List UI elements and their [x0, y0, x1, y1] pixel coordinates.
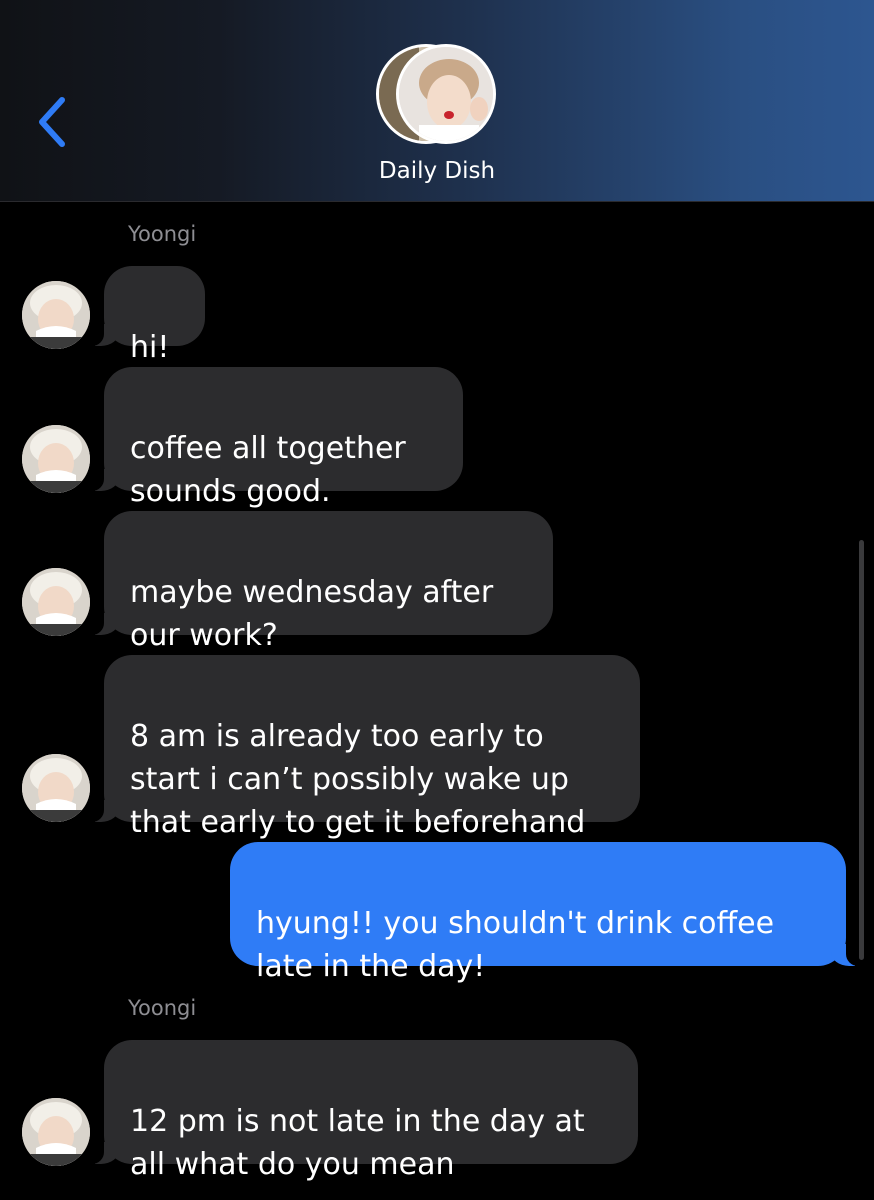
sender-name: Yoongi [128, 222, 197, 246]
avatar[interactable] [22, 281, 90, 349]
chat-screen: Daily Dish Yoongi hi! coffee all togethe… [0, 0, 874, 1200]
sender-name: Yoongi [128, 996, 197, 1020]
message-text: hi! [130, 330, 170, 365]
avatar[interactable] [22, 568, 90, 636]
message-text: maybe wednesday after our work? [130, 575, 494, 653]
avatar[interactable] [22, 754, 90, 822]
avatar[interactable] [22, 425, 90, 493]
message-bubble[interactable]: 8 am is already too early to start i can… [90, 655, 640, 840]
message-text: coffee all together sounds good. [130, 431, 406, 509]
message-text: 8 am is already too early to start i can… [130, 719, 586, 840]
chevron-left-icon [39, 97, 65, 147]
scrollbar[interactable] [859, 540, 864, 960]
back-button[interactable] [30, 92, 74, 152]
group-member-avatar [396, 44, 496, 144]
message-bubble[interactable]: hi! [90, 266, 205, 365]
message-text: hyung!! you shouldn't drink coffee late … [256, 906, 775, 984]
message-bubble[interactable]: coffee all together sounds good. [90, 367, 463, 509]
message-text: 12 pm is not late in the day at all what… [130, 1104, 585, 1182]
message-bubble[interactable]: maybe wednesday after our work? [90, 511, 553, 653]
conversation-header: Daily Dish [0, 0, 874, 202]
sent-message-bubble[interactable]: hyung!! you shouldn't drink coffee late … [230, 842, 860, 984]
message-bubble[interactable]: 12 pm is not late in the day at all what… [90, 1040, 638, 1182]
group-avatar[interactable] [376, 44, 498, 144]
group-name[interactable]: Daily Dish [0, 158, 874, 184]
avatar[interactable] [22, 1098, 90, 1166]
